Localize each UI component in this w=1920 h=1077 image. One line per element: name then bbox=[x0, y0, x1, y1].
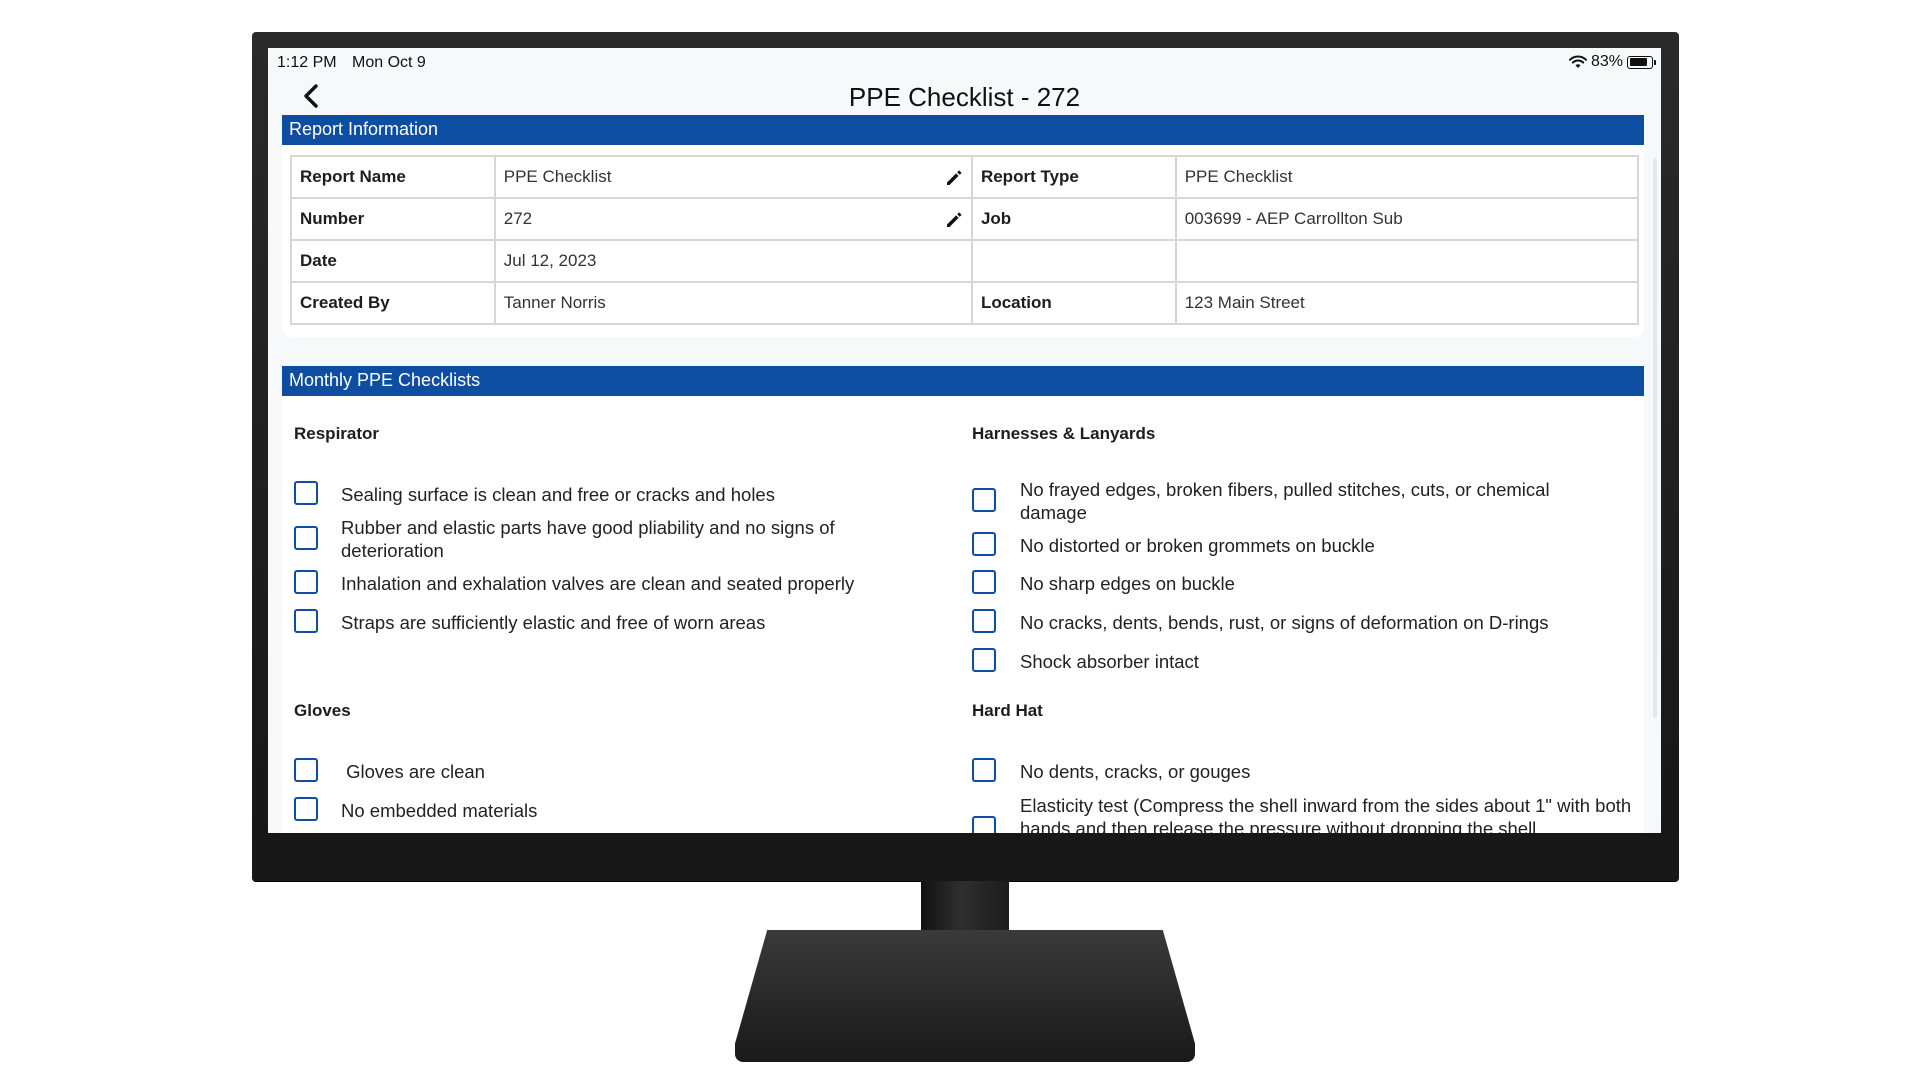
harness-checkbox-2[interactable] bbox=[972, 532, 996, 556]
harness-item-2: No distorted or broken grommets on buckl… bbox=[1020, 535, 1375, 556]
report-type-value: PPE Checklist bbox=[1174, 155, 1640, 199]
harness-checkbox-4[interactable] bbox=[972, 609, 996, 633]
harness-checkbox-1[interactable] bbox=[972, 488, 996, 512]
respirator-checkbox-2[interactable] bbox=[294, 526, 318, 550]
empty-label bbox=[970, 239, 1177, 283]
gloves-checkbox-1[interactable] bbox=[294, 758, 318, 782]
location-label: Location bbox=[970, 281, 1177, 325]
harness-item-5: Shock absorber intact bbox=[1020, 651, 1199, 672]
monitor-stand-base bbox=[735, 930, 1195, 1062]
number-value: 272 bbox=[503, 209, 533, 228]
respirator-item-2: Rubber and elastic parts have good pliab… bbox=[341, 517, 835, 561]
harness-checkbox-3[interactable] bbox=[972, 570, 996, 594]
scrollbar[interactable] bbox=[1653, 158, 1657, 718]
gloves-item-2: No embedded materials bbox=[341, 800, 538, 821]
created-by-label: Created By bbox=[290, 281, 496, 325]
date-value: Jul 12, 2023 bbox=[493, 239, 973, 283]
checklists-header: Monthly PPE Checklists bbox=[282, 366, 1644, 396]
monitor-chin bbox=[252, 835, 1679, 881]
table-row: Report Name PPE Checklist Report Type PP… bbox=[290, 155, 1640, 199]
empty-value bbox=[1174, 239, 1640, 283]
respirator-item-4: Straps are sufficiently elastic and free… bbox=[341, 612, 766, 633]
harnesses-title: Harnesses & Lanyards bbox=[972, 424, 1156, 443]
respirator-title: Respirator bbox=[294, 424, 380, 443]
gloves-item-1: Gloves are clean bbox=[341, 761, 485, 782]
gloves-checkbox-2[interactable] bbox=[294, 797, 318, 821]
battery-icon bbox=[1627, 55, 1656, 69]
harness-item-4: No cracks, dents, bends, rust, or signs … bbox=[1020, 612, 1549, 633]
created-by-value: Tanner Norris bbox=[493, 281, 973, 325]
status-bar: 1:12 PM Mon Oct 9 83% bbox=[268, 48, 1661, 76]
table-row: Number 272 Job 003699 - AEP Carrollton S… bbox=[290, 197, 1640, 241]
wifi-icon bbox=[1568, 55, 1587, 68]
report-info-table: Report Name PPE Checklist Report Type PP… bbox=[290, 155, 1640, 325]
respirator-checkbox-4[interactable] bbox=[294, 609, 318, 633]
report-type-label: Report Type bbox=[970, 155, 1177, 199]
harness-item-3: No sharp edges on buckle bbox=[1020, 573, 1235, 594]
harness-item-1: No frayed edges, broken fibers, pulled s… bbox=[1020, 479, 1550, 523]
job-value: 003699 - AEP Carrollton Sub bbox=[1174, 197, 1640, 241]
report-name-field[interactable]: PPE Checklist bbox=[493, 155, 973, 199]
location-value: 123 Main Street bbox=[1174, 281, 1640, 325]
page-title: PPE Checklist - 272 bbox=[848, 82, 1081, 112]
status-right: 83% bbox=[1568, 53, 1656, 71]
respirator-item-1: Sealing surface is clean and free or cra… bbox=[341, 484, 775, 505]
respirator-item-3: Inhalation and exhalation valves are cle… bbox=[341, 573, 855, 594]
harness-checkbox-5[interactable] bbox=[972, 648, 996, 672]
date-label: Date bbox=[290, 239, 496, 283]
hard-hat-item-2: Elasticity test (Compress the shell inwa… bbox=[1020, 795, 1632, 833]
tablet-screen: 1:12 PM Mon Oct 9 83% PPE Checklist - 27… bbox=[268, 48, 1661, 833]
report-info-header: Report Information bbox=[282, 115, 1644, 145]
battery-percent: 83% bbox=[1590, 53, 1623, 70]
hard-hat-item-1: No dents, cracks, or gouges bbox=[1020, 761, 1251, 782]
battery-fill bbox=[1629, 58, 1647, 66]
pencil-icon[interactable] bbox=[944, 210, 964, 230]
pencil-icon[interactable] bbox=[944, 168, 964, 188]
number-field[interactable]: 272 bbox=[493, 197, 973, 241]
nav-bar: PPE Checklist - 272 bbox=[268, 76, 1661, 116]
hard-hat-title: Hard Hat bbox=[972, 701, 1043, 720]
hard-hat-checkbox-2[interactable] bbox=[972, 816, 996, 833]
status-date: Mon Oct 9 bbox=[352, 54, 426, 71]
table-row: Created By Tanner Norris Location 123 Ma… bbox=[290, 281, 1640, 325]
status-time: 1:12 PM bbox=[277, 54, 337, 71]
hard-hat-checkbox-1[interactable] bbox=[972, 758, 996, 782]
report-name-value: PPE Checklist bbox=[503, 167, 612, 186]
report-name-label: Report Name bbox=[290, 155, 496, 199]
respirator-checkbox-1[interactable] bbox=[294, 481, 318, 505]
respirator-checkbox-3[interactable] bbox=[294, 570, 318, 594]
table-row: Date Jul 12, 2023 bbox=[290, 239, 1640, 283]
gloves-title: Gloves bbox=[294, 701, 351, 720]
number-label: Number bbox=[290, 197, 496, 241]
job-label: Job bbox=[970, 197, 1177, 241]
